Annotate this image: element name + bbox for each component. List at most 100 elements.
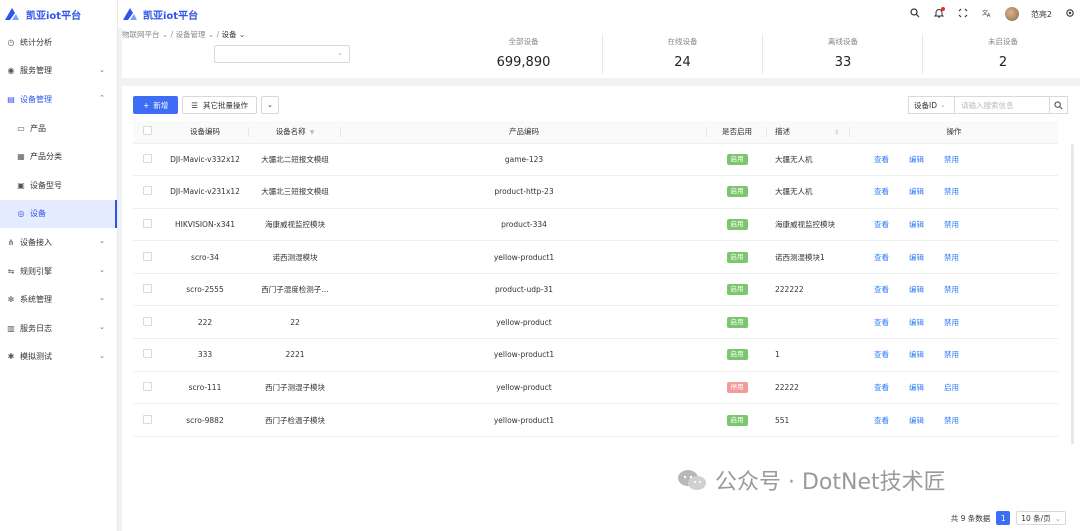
view-link[interactable]: 查看 — [874, 252, 889, 263]
edit-link[interactable]: 编辑 — [909, 284, 924, 295]
fullscreen-icon[interactable] — [957, 8, 969, 21]
row-checkbox[interactable] — [142, 316, 152, 326]
row-checkbox[interactable] — [142, 414, 152, 424]
table-row: scro-9882 西门子检温子模块 yellow-product1 启用 551 查看 编… — [133, 403, 1058, 437]
breadcrumb-item-device-mgmt[interactable]: 设备管理 — [176, 30, 206, 39]
toggle-link[interactable]: 禁用 — [944, 349, 959, 360]
device-code: DJI-Mavic-v332x12 — [161, 143, 249, 177]
search-field-select[interactable]: 设备ID ⌄ — [908, 96, 954, 114]
toggle-link[interactable]: 禁用 — [944, 154, 959, 165]
filter-icon[interactable]: ▼ — [310, 129, 315, 136]
edit-link[interactable]: 编辑 — [909, 382, 924, 393]
user-name[interactable]: 范亮2 — [1031, 9, 1052, 20]
logo[interactable]: 凯亚iot平台 — [0, 0, 117, 28]
search-button[interactable] — [1050, 96, 1068, 114]
table-row: DJI-Mavic-v231x12 大疆北三短报文模组 product-http-2… — [133, 175, 1058, 209]
select-all-checkbox[interactable] — [142, 126, 152, 136]
actions-cell: 查看 编辑 禁用 — [850, 240, 1058, 274]
row-checkbox[interactable] — [142, 251, 152, 261]
clock-icon: ◷ — [7, 37, 15, 47]
view-link[interactable]: 查看 — [874, 382, 889, 393]
breadcrumb-sep: / — [170, 30, 174, 39]
view-link[interactable]: 查看 — [874, 317, 889, 328]
col-product-code: 产品编码 — [341, 121, 707, 144]
sidebar-item-7[interactable]: ⋔ 设备接入 ⌄ — [0, 228, 117, 257]
view-link[interactable]: 查看 — [874, 219, 889, 230]
header-logo[interactable]: 凯亚iot平台 — [118, 7, 198, 22]
row-checkbox[interactable] — [142, 349, 152, 359]
sidebar-item-0[interactable]: ◷ 统计分析 — [0, 28, 117, 57]
avatar[interactable] — [1004, 7, 1019, 21]
view-link[interactable]: 查看 — [874, 186, 889, 197]
sidebar-item-5[interactable]: ▣ 设备型号 — [0, 171, 117, 200]
watermark-text: 公众号 · DotNet技术匠 — [715, 470, 946, 495]
page-button-current[interactable]: 1 — [996, 511, 1011, 525]
sidebar-item-3[interactable]: ▭ 产品 — [0, 114, 117, 143]
breadcrumb-item-current[interactable]: 设备 — [222, 30, 237, 39]
description: 大疆无人机 — [767, 175, 850, 209]
toggle-link[interactable]: 禁用 — [944, 284, 959, 295]
bell-icon[interactable] — [933, 6, 945, 21]
view-link[interactable]: 查看 — [874, 415, 889, 426]
product-code: yellow-product1 — [341, 403, 707, 437]
sidebar-item-label: 服务管理 — [20, 66, 52, 76]
sidebar-item-9[interactable]: ✻ 系统管理 ⌄ — [0, 285, 117, 314]
network-icon: ⋔ — [7, 237, 15, 247]
actions-cell: 查看 编辑 禁用 — [850, 403, 1058, 437]
status-badge: 启用 — [726, 251, 748, 263]
toggle-link[interactable]: 禁用 — [944, 252, 959, 263]
sidebar-item-10[interactable]: ▥ 服务日志 ⌄ — [0, 314, 117, 343]
toggle-link[interactable]: 禁用 — [944, 186, 959, 197]
toggle-link[interactable]: 启用 — [944, 382, 959, 393]
translate-icon[interactable]: 文A — [981, 8, 993, 21]
filter-select[interactable]: ⌄ — [214, 45, 350, 63]
row-checkbox[interactable] — [142, 153, 152, 163]
row-checkbox[interactable] — [142, 218, 152, 228]
status-badge: 启用 — [726, 186, 748, 198]
breadcrumb-item-root[interactable]: 物联网平台 — [122, 30, 160, 39]
page-size-select[interactable]: 10 条/页 ⌄ — [1016, 511, 1066, 525]
scrollbar[interactable] — [1071, 144, 1074, 444]
edit-link[interactable]: 编辑 — [909, 415, 924, 426]
toggle-link[interactable]: 禁用 — [944, 317, 959, 328]
add-button[interactable]: + 新增 — [133, 96, 179, 114]
actions-cell: 查看 编辑 禁用 — [850, 338, 1058, 372]
sidebar-item-1[interactable]: ◉ 服务管理 ⌄ — [0, 57, 117, 86]
settings-icon[interactable] — [1064, 8, 1076, 21]
toggle-link[interactable]: 禁用 — [944, 219, 959, 230]
view-link[interactable]: 查看 — [874, 154, 889, 165]
stats-panel: 物联网平台 ⌄ / 设备管理 ⌄ / 设备 ⌄ ⌄ 全部设备 699,890 在… — [122, 28, 1080, 78]
add-button-label: 新增 — [153, 100, 169, 110]
sidebar-item-label: 产品分类 — [30, 152, 62, 162]
sidebar-item-11[interactable]: ✱ 模拟测试 ⌄ — [0, 343, 117, 372]
edit-link[interactable]: 编辑 — [909, 154, 924, 165]
edit-link[interactable]: 编辑 — [909, 317, 924, 328]
search-icon[interactable] — [909, 7, 921, 21]
description — [767, 305, 850, 340]
col-actions: 操作 — [850, 121, 1058, 144]
sidebar-item-6[interactable]: ◎ 设备 — [0, 199, 117, 229]
row-checkbox[interactable] — [142, 186, 152, 196]
sidebar-item-2[interactable]: ▤ 设备管理 ⌃ — [0, 85, 117, 114]
sidebar-item-4[interactable]: ▦ 产品分类 — [0, 142, 117, 171]
row-checkbox-cell — [133, 371, 161, 405]
view-link[interactable]: 查看 — [874, 284, 889, 295]
sidebar-item-8[interactable]: ⇋ 规则引擎 ⌄ — [0, 257, 117, 286]
edit-link[interactable]: 编辑 — [909, 349, 924, 360]
batch-operations-button[interactable]: ☰ 其它批量操作 — [182, 96, 258, 114]
edit-link[interactable]: 编辑 — [909, 186, 924, 197]
row-checkbox-cell — [133, 143, 161, 177]
stat-value: 33 — [834, 55, 852, 70]
search-input[interactable]: 请输入搜索信息 — [954, 96, 1050, 114]
view-link[interactable]: 查看 — [874, 349, 889, 360]
row-checkbox[interactable] — [142, 284, 152, 294]
sort-icon[interactable]: ⇕ — [834, 129, 839, 136]
col-device-code: 设备编码 — [161, 121, 249, 144]
description: 551 — [767, 403, 850, 437]
actions-cell: 查看 编辑 启用 — [850, 371, 1058, 405]
edit-link[interactable]: 编辑 — [909, 219, 924, 230]
toggle-link[interactable]: 禁用 — [944, 415, 959, 426]
edit-link[interactable]: 编辑 — [909, 252, 924, 263]
batch-dropdown-button[interactable]: ⌄ — [261, 96, 280, 114]
row-checkbox[interactable] — [142, 381, 152, 391]
